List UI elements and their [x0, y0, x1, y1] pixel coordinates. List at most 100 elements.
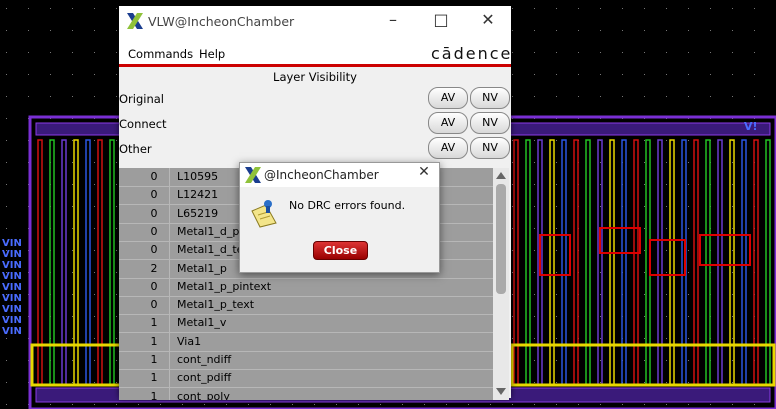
grid-dot [754, 404, 755, 405]
grid-dot [94, 30, 95, 31]
grid-dot [556, 140, 557, 141]
layer-count: 0 [150, 279, 158, 293]
grid-dot [116, 184, 117, 185]
grid-dot [512, 404, 513, 405]
grid-dot [600, 316, 601, 317]
original-av-button[interactable]: AV [428, 87, 468, 109]
grid-dot [688, 250, 689, 251]
grid-dot [622, 52, 623, 53]
layout-stripe [549, 139, 555, 386]
grid-dot [116, 250, 117, 251]
grid-dot [72, 316, 73, 317]
grid-dot [116, 30, 117, 31]
grid-dot [512, 228, 513, 229]
menu-help[interactable]: Help [199, 47, 225, 61]
scroll-thumb[interactable] [496, 184, 506, 294]
grid-dot [94, 162, 95, 163]
grid-dot [116, 338, 117, 339]
grid-dot [732, 184, 733, 185]
table-row[interactable]: 1 Via1 [119, 332, 493, 352]
layout-stripe [741, 139, 747, 386]
scroll-down-icon[interactable] [496, 388, 506, 395]
table-row[interactable]: 0 Metal1_p_text [119, 296, 493, 316]
grid-dot [666, 272, 667, 273]
grid-dot [116, 272, 117, 273]
grid-dot [6, 228, 7, 229]
grid-dot [600, 52, 601, 53]
grid-dot [402, 404, 403, 405]
dialog-close-button[interactable]: Close [313, 241, 368, 260]
grid-dot [666, 184, 667, 185]
grid-dot [622, 74, 623, 75]
grid-dot [732, 8, 733, 9]
grid-dot [600, 404, 601, 405]
grid-dot [50, 30, 51, 31]
grid-dot [50, 74, 51, 75]
grid-dot [534, 228, 535, 229]
grid-dot [644, 206, 645, 207]
layout-stripe [693, 139, 699, 386]
close-icon[interactable]: ✕ [478, 10, 498, 29]
notepad-icon [251, 200, 277, 228]
layout-stripe [621, 139, 627, 386]
grid-dot [512, 338, 513, 339]
layer-count: 0 [150, 243, 158, 257]
table-row[interactable]: 1 Metal1_v [119, 314, 493, 334]
grid-dot [666, 316, 667, 317]
other-nv-button[interactable]: NV [470, 137, 510, 159]
grid-dot [226, 404, 227, 405]
grid-dot [50, 8, 51, 9]
grid-dot [688, 30, 689, 31]
grid-dot [688, 140, 689, 141]
layout-stripe [633, 139, 639, 386]
grid-dot [50, 96, 51, 97]
grid-dot [578, 404, 579, 405]
grid-dot [688, 162, 689, 163]
grid-dot [72, 52, 73, 53]
grid-dot [644, 404, 645, 405]
grid-dot [534, 8, 535, 9]
grid-dot [600, 206, 601, 207]
layer-count: 1 [150, 353, 158, 366]
dialog-close-icon[interactable]: ✕ [414, 164, 434, 180]
connect-nv-button[interactable]: NV [470, 112, 510, 134]
grid-dot [622, 8, 623, 9]
grid-dot [666, 294, 667, 295]
table-row[interactable]: 1 cont_poly [119, 387, 493, 400]
grid-dot [292, 404, 293, 405]
grid-dot [732, 360, 733, 361]
scroll-up-icon[interactable] [496, 172, 506, 179]
layer-name: Metal1_p [177, 261, 227, 275]
table-row[interactable]: 0 Metal1_p_pintext [119, 277, 493, 297]
grid-dot [94, 140, 95, 141]
layer-count: 1 [150, 389, 158, 400]
grid-dot [732, 74, 733, 75]
vertical-scrollbar[interactable] [493, 168, 509, 400]
grid-dot [28, 30, 29, 31]
other-av-button[interactable]: AV [428, 137, 468, 159]
grid-dot [94, 272, 95, 273]
window-titlebar[interactable]: VLW@IncheonChamber – □ ✕ [119, 6, 511, 36]
grid-dot [6, 140, 7, 141]
grid-dot [534, 206, 535, 207]
minimize-icon[interactable]: – [383, 10, 403, 29]
layout-stripe [669, 139, 675, 386]
grid-dot [72, 206, 73, 207]
original-nv-button[interactable]: NV [470, 87, 510, 109]
grid-dot [490, 404, 491, 405]
poly-shape [649, 239, 686, 276]
table-row[interactable]: 1 cont_pdiff [119, 369, 493, 389]
grid-dot [94, 250, 95, 251]
grid-dot [534, 338, 535, 339]
grid-dot [688, 184, 689, 185]
table-row[interactable]: 1 cont_ndiff [119, 351, 493, 370]
maximize-icon[interactable]: □ [431, 10, 451, 29]
pin-labels: VINVINVINVINVINVINVINVINVIN [2, 238, 22, 337]
dialog-titlebar[interactable]: @IncheonChamber ✕ [240, 163, 439, 187]
grid-dot [512, 250, 513, 251]
grid-dot [556, 360, 557, 361]
grid-dot [556, 52, 557, 53]
menu-commands[interactable]: Commands [128, 47, 193, 61]
connect-av-button[interactable]: AV [428, 112, 468, 134]
grid-dot [534, 250, 535, 251]
